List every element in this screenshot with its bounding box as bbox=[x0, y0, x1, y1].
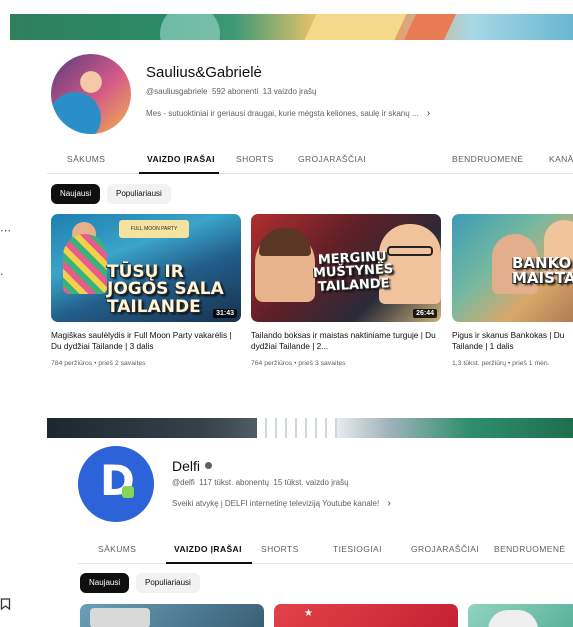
tab-videos[interactable]: VAIZDO ĮRAŠAI bbox=[174, 544, 242, 554]
tab-channels[interactable]: KANĀ bbox=[549, 154, 573, 164]
verified-icon bbox=[205, 461, 213, 469]
tab-community[interactable]: BENDRUOMENĖ bbox=[452, 154, 523, 164]
tab-playlists[interactable]: GROJARAŠČIAI bbox=[298, 154, 366, 164]
tab-shorts[interactable]: SHORTS bbox=[236, 154, 274, 164]
channel-banner bbox=[10, 14, 573, 40]
channel-tabs: SĀKUMS VAIZDO ĮRAŠAI SHORTS GROJARAŠČIAI… bbox=[47, 146, 573, 174]
chip-popular[interactable]: Populiariausi bbox=[107, 184, 171, 204]
tab-playlists[interactable]: GROJARAŠČIAI bbox=[411, 544, 479, 554]
video-thumbnail[interactable] bbox=[80, 604, 264, 627]
channel-name: Saulius&Gabrielė bbox=[146, 64, 262, 81]
active-tab-indicator bbox=[166, 562, 252, 564]
video-title[interactable]: Tailando boksas ir maistas naktiniame tu… bbox=[251, 330, 441, 352]
tab-live[interactable]: TIESIOGIAI bbox=[333, 544, 382, 554]
thumbnail-overlay-text: MERGINŲ MUŠTYNĖS TAILANDE bbox=[312, 249, 394, 295]
star-icon: ★ bbox=[304, 608, 313, 619]
channel-avatar[interactable]: D bbox=[78, 446, 154, 522]
divider-mark: · bbox=[0, 268, 4, 281]
video-meta: 784 peržiūros • prieš 2 savaites bbox=[51, 360, 146, 367]
delfi-logo-dot bbox=[122, 486, 134, 498]
chevron-right-icon[interactable]: › bbox=[387, 498, 390, 509]
channel-subscribers: 117 tūkst. abonentų bbox=[199, 478, 269, 487]
tab-home[interactable]: SĀKUMS bbox=[98, 544, 136, 554]
tab-home[interactable]: SĀKUMS bbox=[67, 154, 105, 164]
channel-name: Delfi bbox=[172, 458, 213, 474]
chevron-right-icon[interactable]: › bbox=[427, 108, 430, 119]
video-meta: 1,3 tūkst. peržiūrų • prieš 1 mėn. bbox=[452, 360, 550, 367]
video-title[interactable]: Magiškas saulėlydis ir Full Moon Party v… bbox=[51, 330, 241, 352]
tab-videos[interactable]: VAIZDO ĮRAŠAI bbox=[147, 154, 215, 164]
channel-tabs: SĀKUMS VAIZDO ĮRAŠAI SHORTS TIESIOGIAI G… bbox=[78, 536, 573, 564]
video-thumbnail[interactable]: MERGINŲ MUŠTYNĖS TAILANDE 26:44 bbox=[251, 214, 441, 322]
video-thumbnail[interactable]: FULL MOON PARTY TŪSŲ IR JOGOS SALA TAILA… bbox=[51, 214, 241, 322]
channel-banner bbox=[47, 418, 573, 438]
channel-meta: @delfi 117 tūkst. abonentų 15 tūkst. vai… bbox=[172, 478, 349, 487]
video-meta: 764 peržiūros • prieš 3 savaites bbox=[251, 360, 346, 367]
video-thumbnail[interactable]: BANKO MAISTAS bbox=[452, 214, 573, 322]
channel-name-text: Delfi bbox=[172, 458, 201, 474]
chip-popular[interactable]: Populiariausi bbox=[136, 573, 200, 593]
channel-subscribers: 592 abonenti bbox=[211, 87, 259, 96]
video-title[interactable]: Pigus ir skanus Bankokas | Du Tailande |… bbox=[452, 330, 573, 352]
video-duration: 26:44 bbox=[413, 309, 437, 318]
save-icon[interactable] bbox=[0, 598, 11, 610]
video-duration: 31:43 bbox=[213, 309, 237, 318]
more-options-icon[interactable]: ⋯ bbox=[0, 224, 11, 237]
active-tab-indicator bbox=[139, 172, 219, 174]
channel-description-text: Sveiki atvykę į DELFI internetinę televi… bbox=[172, 499, 380, 508]
video-thumbnail[interactable]: ★ bbox=[274, 604, 458, 627]
thumbnail-overlay-text: BANKO MAISTAS bbox=[512, 254, 573, 288]
channel-handle: @sauliusgabriele bbox=[146, 87, 208, 96]
channel-description[interactable]: Sveiki atvykę į DELFI internetinę televi… bbox=[172, 498, 391, 509]
chip-latest[interactable]: Naujausi bbox=[80, 573, 130, 593]
channel-handle: @delfi bbox=[172, 478, 195, 487]
channel-description[interactable]: Mes - sutuoktiniai ir geriausi draugai, … bbox=[146, 108, 430, 119]
channel-meta: @sauliusgabriele 592 abonenti 13 vaizdo … bbox=[146, 87, 316, 96]
channel-description-text: Mes - sutuoktiniai ir geriausi draugai, … bbox=[146, 109, 419, 118]
tab-shorts[interactable]: SHORTS bbox=[261, 544, 299, 554]
channel-video-count: 13 vaizdo įrašų bbox=[262, 87, 317, 96]
channel-avatar[interactable] bbox=[51, 54, 131, 134]
chip-latest[interactable]: Naujausi bbox=[51, 184, 101, 204]
channel-video-count: 15 tūkst. vaizdo įrašų bbox=[273, 478, 349, 487]
video-thumbnail[interactable] bbox=[468, 604, 573, 627]
tab-community[interactable]: BENDRUOMENĖ bbox=[494, 544, 565, 554]
thumbnail-sign: FULL MOON PARTY bbox=[119, 220, 189, 238]
